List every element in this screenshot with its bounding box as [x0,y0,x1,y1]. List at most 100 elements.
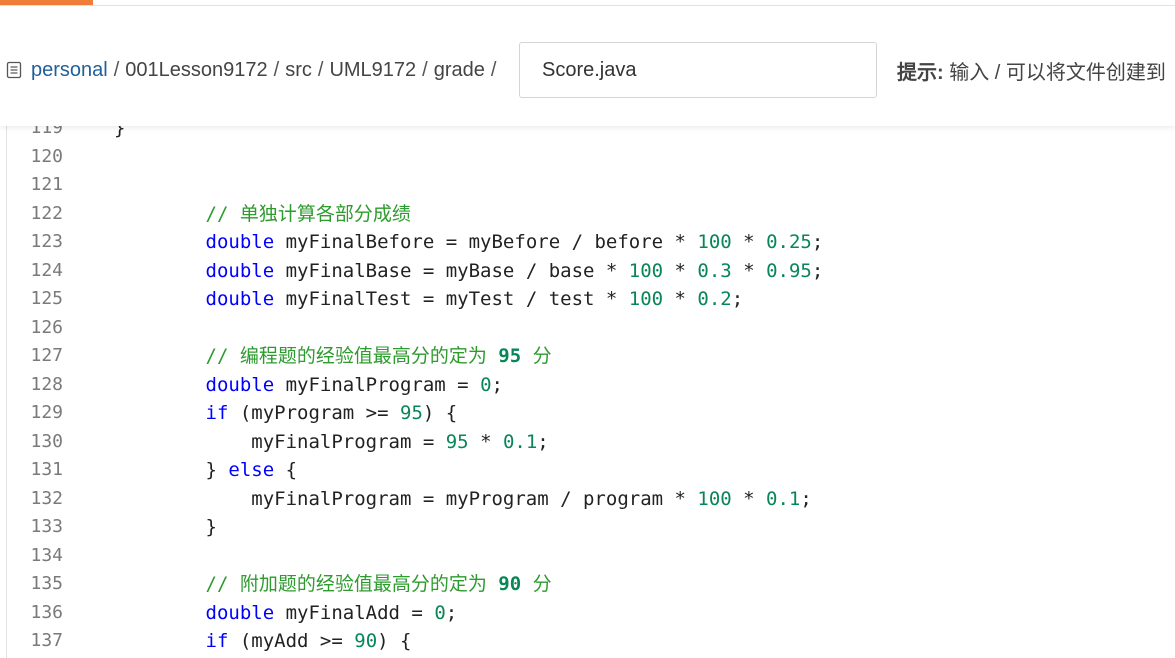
code-token: ; [537,430,549,453]
code-token: * [663,259,698,282]
code-token: (myProgram >= [228,402,400,424]
breadcrumb-repo-link[interactable]: personal [31,59,108,82]
breadcrumb-folder-lesson[interactable]: 001Lesson9172 [125,59,267,82]
code-token: * [731,487,767,510]
code-token: ) { [377,630,412,652]
code-text: // 编程题的经验值最高分的定为 95 分 [114,342,552,371]
line-number: 127 [30,345,63,366]
code-text: } else { [114,456,298,485]
code-number: 90 [354,630,378,652]
code-editor-page: personal / 001Lesson9172 / src / UML9172… [0,0,1175,658]
code-token: (myAdd >= [228,630,355,652]
code-line: 132 myFinalProgram = myProgram / program… [7,485,1175,514]
code-keyword: else [228,459,275,481]
code-lines: 119} 120 121 122 // 单独计算各部分成绩 123 double myF… [7,126,1175,656]
code-token: myFinalBase = myBase / base * [274,259,629,282]
code-number: 95 [400,402,423,424]
code-keyword: double [205,288,275,310]
code-number: 0.1 [502,430,538,453]
breadcrumb-separator: / [317,58,324,81]
code-comment: // 编程题的经验值最高分的定为 [114,345,499,367]
code-token: myFinalTest = myTest / test * [274,288,629,310]
code-line: 120 [7,143,1175,172]
breadcrumb-folder-src[interactable]: src [285,59,312,82]
line-number: 124 [30,259,63,281]
code-token: ; [800,487,812,510]
line-number: 121 [30,174,63,195]
code-keyword: double [205,259,275,282]
code-text: // 单独计算各部分成绩 [114,200,411,229]
line-number: 128 [30,373,63,395]
code-text: double myFinalTest = myTest / test * 100… [114,285,744,314]
code-keyword: double [205,601,275,624]
breadcrumb-separator: / [113,58,120,81]
code-token: { [274,459,298,481]
breadcrumb-folder-uml[interactable]: UML9172 [329,59,416,82]
code-token: } [114,459,229,481]
code-number: 0 [480,373,492,396]
code-line: 125 double myFinalTest = myTest / test *… [7,285,1175,314]
breadcrumb-separator: / [490,58,497,81]
code-text: double myFinalBase = myBase / base * 100… [114,257,824,286]
code-number: 0.95 [766,259,812,282]
code-keyword: double [205,231,275,253]
code-comment: 分 [521,345,552,367]
code-line: 135 // 附加题的经验值最高分的定为 90 分 [7,570,1175,599]
breadcrumb-folder-grade[interactable]: grade [434,59,485,82]
code-token: * [731,259,767,282]
file-icon [6,61,22,79]
code-editor[interactable]: 119} 120 121 122 // 单独计算各部分成绩 123 double myF… [6,126,1175,658]
code-text: double myFinalAdd = 0; [114,599,458,628]
code-text: double myFinalProgram = 0; [114,371,503,400]
code-token: ; [811,231,824,253]
code-line: 136 double myFinalAdd = 0; [7,599,1175,628]
code-number: 95 [498,345,522,367]
code-number: 95 [445,430,469,453]
line-number: 135 [30,573,63,594]
line-number: 136 [30,601,63,623]
line-number: 123 [30,231,63,252]
code-number: 0.2 [697,288,732,310]
code-token: ; [445,601,458,624]
code-token: ; [491,373,503,396]
line-number: 131 [30,459,63,480]
breadcrumb-separator: / [422,58,428,81]
line-number: 132 [30,487,63,509]
code-keyword: if [205,630,229,652]
code-text: if (myProgram >= 95) { [114,399,458,428]
line-number: 137 [30,630,63,651]
code-number: 100 [628,288,664,310]
breadcrumb-separator: / [273,58,280,81]
code-line: 127 // 编程题的经验值最高分的定为 95 分 [7,342,1175,371]
code-token: } [114,126,126,139]
code-token: ; [811,259,824,282]
code-line: 126 [7,314,1175,343]
code-text: if (myAdd >= 90) { [114,627,412,656]
code-token: myFinalProgram = [114,430,446,453]
filename-input[interactable] [519,42,877,98]
line-number: 125 [30,288,63,309]
code-line: 129 if (myProgram >= 95) { [7,399,1175,428]
code-text: myFinalProgram = 95 * 0.1; [114,428,549,457]
code-line: 134 [7,542,1175,571]
code-line: 119} [7,126,1175,143]
code-comment: // 单独计算各部分成绩 [114,202,411,225]
line-number: 133 [30,516,63,537]
code-number: 90 [498,573,522,595]
line-number: 129 [30,402,63,423]
line-number: 122 [30,202,63,224]
code-line: 133 } [7,513,1175,542]
hint-text: 输入 / 可以将文件创建到 [943,62,1166,84]
line-number: 126 [30,316,63,338]
line-number: 134 [30,544,63,566]
code-line: 128 double myFinalProgram = 0; [7,371,1175,400]
code-line: 137 if (myAdd >= 90) { [7,627,1175,656]
code-token: myFinalAdd = [274,601,435,624]
code-number: 100 [697,487,732,510]
